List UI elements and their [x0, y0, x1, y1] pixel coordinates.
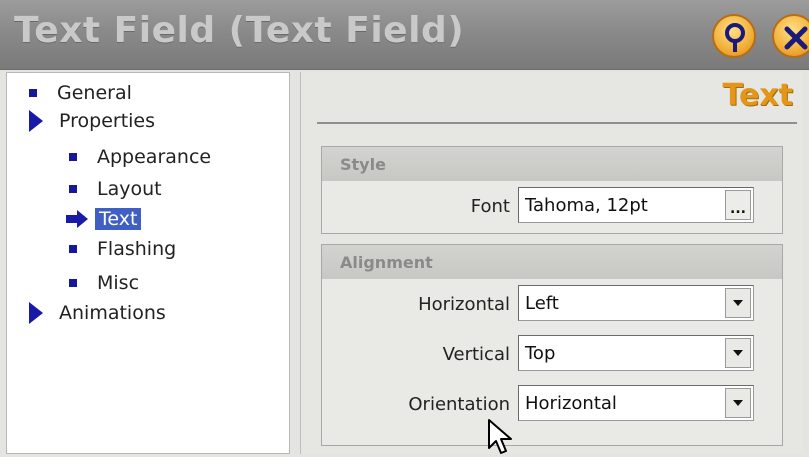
- font-label: Font: [470, 196, 510, 217]
- horizontal-dropdown-button[interactable]: [725, 288, 751, 318]
- horizontal-value: Left: [525, 292, 559, 314]
- alignment-group: Alignment Horizontal Left Vertical Top O…: [321, 244, 783, 446]
- panel-title: Text: [722, 78, 793, 113]
- vertical-value: Top: [525, 342, 556, 364]
- tree-item-misc[interactable]: Misc: [69, 269, 139, 297]
- font-row: Font Tahoma, 12pt ...: [322, 187, 782, 223]
- tree-item-label: Properties: [59, 110, 156, 132]
- title-bar[interactable]: Text Field (Text Field): [0, 0, 809, 70]
- tree-item-properties[interactable]: Properties: [29, 107, 155, 135]
- tree-item-layout[interactable]: Layout: [69, 175, 162, 203]
- close-x-icon: [784, 26, 808, 50]
- tree-item-general[interactable]: General: [29, 79, 132, 107]
- orientation-select[interactable]: Horizontal: [518, 385, 754, 421]
- header-divider: [317, 122, 797, 124]
- tree-item-label: Text: [95, 208, 142, 230]
- vertical-row: Vertical Top: [322, 335, 782, 371]
- chevron-down-icon: [733, 300, 743, 306]
- tree-item-label: Misc: [97, 272, 140, 294]
- tree-item-label: Layout: [97, 178, 162, 200]
- vertical-select[interactable]: Top: [518, 335, 754, 371]
- arrow-right-icon: [66, 210, 88, 228]
- tree-item-appearance[interactable]: Appearance: [69, 143, 211, 171]
- help-button[interactable]: [712, 14, 756, 58]
- tree-item-label: General: [57, 82, 132, 104]
- tree-item-label: Animations: [59, 302, 166, 324]
- mouse-cursor-icon: [488, 419, 512, 454]
- expand-triangle-icon: [29, 302, 43, 324]
- chevron-down-icon: [733, 350, 743, 356]
- window-title: Text Field (Text Field): [14, 10, 465, 51]
- alignment-group-title: Alignment: [322, 245, 782, 279]
- square-bullet-icon: [69, 245, 77, 253]
- properties-window: Text Field (Text Field) General Properti…: [0, 0, 809, 457]
- square-bullet-icon: [29, 89, 37, 97]
- expand-triangle-icon: [29, 110, 43, 132]
- tree-item-flashing[interactable]: Flashing: [69, 235, 176, 263]
- orientation-value: Horizontal: [525, 392, 617, 414]
- close-button[interactable]: [772, 14, 809, 58]
- horizontal-select[interactable]: Left: [518, 285, 754, 321]
- square-bullet-icon: [69, 279, 77, 287]
- orientation-dropdown-button[interactable]: [725, 388, 751, 418]
- navigation-tree: General Properties Appearance Layout Tex…: [6, 72, 290, 454]
- font-field[interactable]: Tahoma, 12pt ...: [518, 187, 754, 223]
- square-bullet-icon: [69, 153, 77, 161]
- vertical-dropdown-button[interactable]: [725, 338, 751, 368]
- horizontal-label: Horizontal: [418, 294, 510, 315]
- orientation-row: Orientation Horizontal: [322, 385, 782, 421]
- vertical-label: Vertical: [442, 344, 510, 365]
- help-pin-icon: [725, 23, 745, 52]
- tree-item-animations[interactable]: Animations: [29, 299, 166, 327]
- font-value: Tahoma, 12pt: [525, 194, 648, 216]
- orientation-label: Orientation: [408, 394, 510, 415]
- style-group-title: Style: [322, 147, 782, 181]
- tree-item-label: Flashing: [97, 238, 177, 260]
- tree-item-text[interactable]: Text: [65, 205, 142, 233]
- square-bullet-icon: [69, 185, 77, 193]
- font-browse-button[interactable]: ...: [725, 190, 751, 220]
- chevron-down-icon: [733, 400, 743, 406]
- style-group: Style Font Tahoma, 12pt ...: [321, 146, 783, 234]
- tree-item-label: Appearance: [97, 146, 212, 168]
- properties-panel: Text Style Font Tahoma, 12pt ... Alignme…: [300, 72, 803, 454]
- horizontal-row: Horizontal Left: [322, 285, 782, 321]
